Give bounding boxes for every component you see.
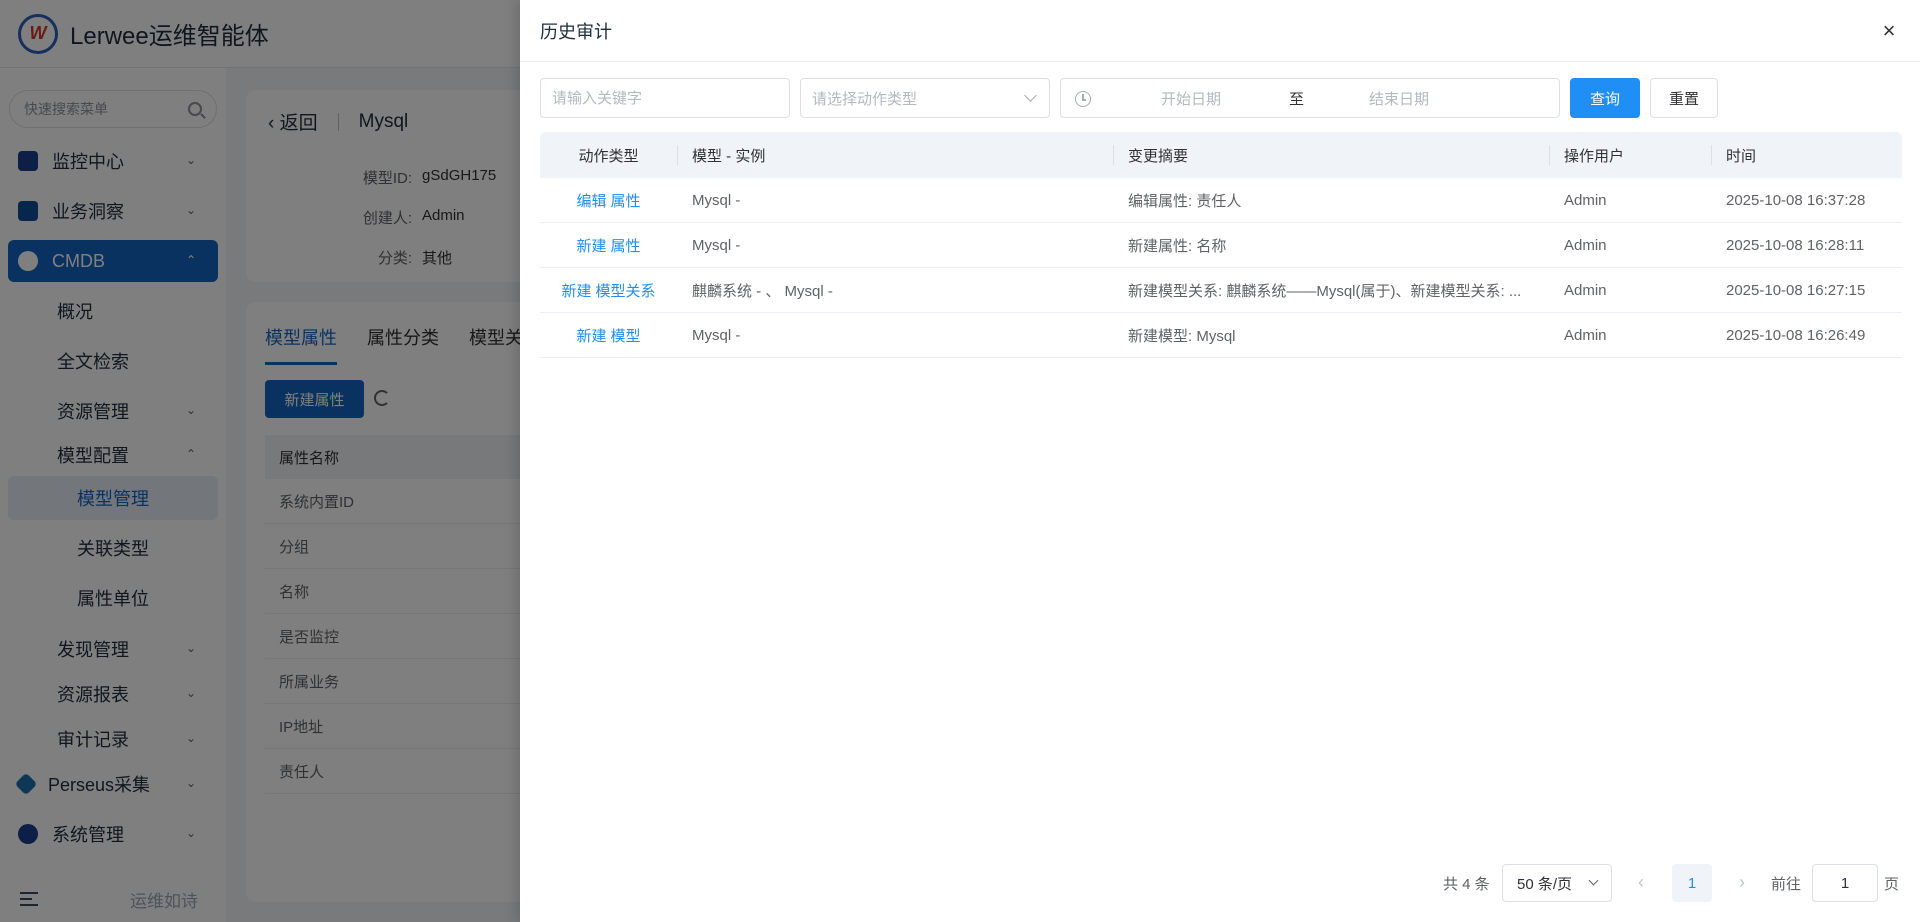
filter-bar: 请选择动作类型 开始日期 至 结束日期 查询 重置 [540,78,1902,118]
time-cell: 2025-10-08 16:28:11 [1726,237,1865,254]
query-button[interactable]: 查询 [1570,78,1640,118]
prev-page-icon[interactable]: ‹ [1629,870,1653,894]
summary-cell: 编辑属性: 责任人 [1128,193,1242,210]
column-user: 操作用户 [1564,147,1625,165]
table-row: 新建 属性 Mysql - 新建属性: 名称 Admin 2025-10-08 1… [540,223,1902,268]
table-header: 动作类型 模型 - 实例 变更摘要 操作用户 时间 [540,132,1902,178]
summary-cell: 新建属性: 名称 [1128,238,1227,255]
table-row: 编辑 属性 Mysql - 编辑属性: 责任人 Admin 2025-10-08 … [540,178,1902,223]
action-type-link[interactable]: 新建 属性 [540,223,677,268]
action-type-link[interactable]: 新建 模型 [540,313,677,358]
pagination-total: 共 4 条 [1443,876,1490,893]
pagination: 共 4 条 50 条/页 ‹ 1 › 前往 页 [520,862,1920,902]
user-cell: Admin [1564,237,1607,254]
audit-table: 动作类型 模型 - 实例 变更摘要 操作用户 时间 编辑 属性 Mysql - 编… [540,132,1902,358]
summary-cell: 新建模型关系: 麒麟系统——Mysql(属于)、新建模型关系: ... [1128,283,1522,300]
page-number-current[interactable]: 1 [1672,864,1712,902]
chevron-down-icon [1024,89,1037,102]
action-type-link[interactable]: 编辑 属性 [540,178,677,223]
user-cell: Admin [1564,192,1607,209]
column-instance: 模型 - 实例 [692,147,766,165]
chevron-down-icon [1588,875,1599,886]
goto-label: 前往 [1771,876,1802,893]
date-start-input[interactable]: 开始日期 [1121,88,1261,109]
drawer-title: 历史审计 [540,21,612,42]
action-type-select[interactable]: 请选择动作类型 [800,78,1050,118]
page-size-value: 50 条/页 [1517,875,1573,893]
keyword-input[interactable] [540,78,790,118]
page-size-select[interactable]: 50 条/页 [1502,864,1612,902]
table-row: 新建 模型 Mysql - 新建模型: Mysql Admin 2025-10-0… [540,313,1902,358]
summary-cell: 新建模型: Mysql [1128,328,1236,345]
history-audit-drawer: 历史审计 × 请选择动作类型 开始日期 至 结束日期 查询 重置 动作类型 模型… [520,0,1920,922]
user-cell: Admin [1564,282,1607,299]
instance-cell: Mysql - [692,327,741,344]
date-end-input[interactable]: 结束日期 [1329,88,1469,109]
column-summary: 变更摘要 [1128,147,1189,165]
instance-cell: 麒麟系统 - 、 Mysql - [692,283,833,300]
user-cell: Admin [1564,327,1607,344]
time-cell: 2025-10-08 16:27:15 [1726,282,1866,299]
drawer-header: 历史审计 × [520,0,1920,62]
date-range-picker[interactable]: 开始日期 至 结束日期 [1060,78,1560,118]
action-type-placeholder: 请选择动作类型 [812,90,918,108]
instance-cell: Mysql - [692,192,741,209]
reset-button[interactable]: 重置 [1650,78,1718,118]
clock-icon [1075,91,1091,107]
next-page-icon[interactable]: › [1730,870,1754,894]
close-icon[interactable]: × [1876,18,1902,44]
instance-cell: Mysql - [692,237,741,254]
column-action-type: 动作类型 [578,147,639,165]
page-suffix: 页 [1884,876,1900,893]
action-type-link[interactable]: 新建 模型关系 [540,268,677,313]
date-range-separator: 至 [1289,90,1305,108]
column-time: 时间 [1726,147,1757,165]
time-cell: 2025-10-08 16:26:49 [1726,327,1866,344]
table-row: 新建 模型关系 麒麟系统 - 、 Mysql - 新建模型关系: 麒麟系统——My… [540,268,1902,313]
goto-page-input[interactable] [1812,864,1878,902]
time-cell: 2025-10-08 16:37:28 [1726,192,1866,209]
